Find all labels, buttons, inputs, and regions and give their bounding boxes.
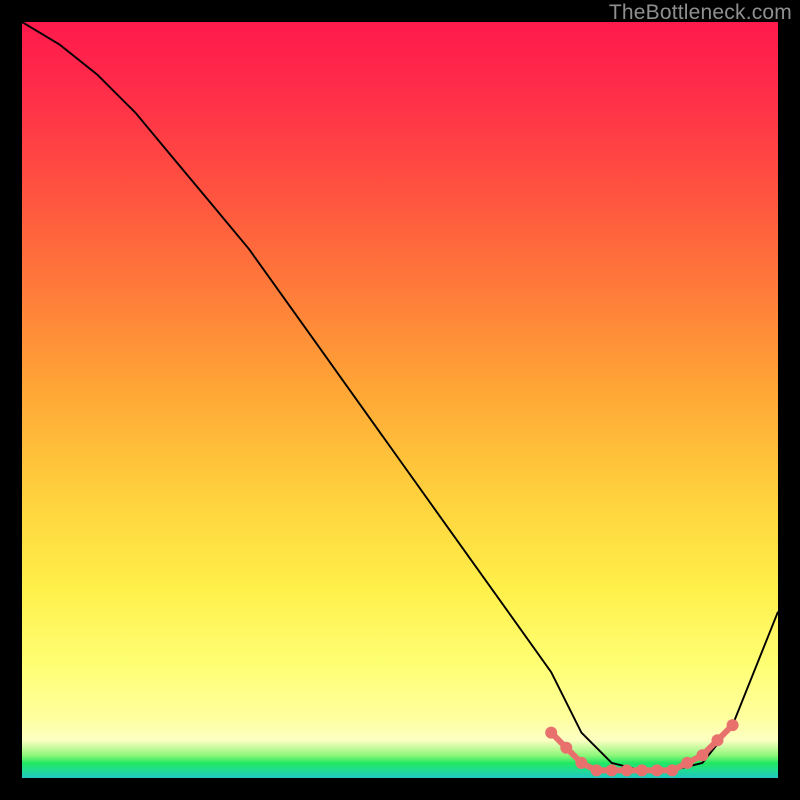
floor-marker-dot: [727, 719, 739, 731]
curve-layer: [22, 22, 778, 770]
floor-marker-dot: [545, 727, 557, 739]
floor-marker-dot: [606, 764, 618, 776]
chart-frame: TheBottleneck.com: [0, 0, 800, 800]
floor-marker-dot: [681, 757, 693, 769]
floor-marker-dot: [560, 742, 572, 754]
floor-marker-dot: [666, 764, 678, 776]
floor-marker-dot: [636, 764, 648, 776]
watermark-text: TheBottleneck.com: [609, 2, 792, 23]
chart-svg: [22, 22, 778, 778]
floor-marker-dot: [696, 749, 708, 761]
floor-marker-dot: [621, 764, 633, 776]
floor-marker-dot: [591, 764, 603, 776]
floor-marker-dot: [712, 734, 724, 746]
floor-marker-dot: [651, 764, 663, 776]
floor-marker-dot: [575, 757, 587, 769]
floor-markers: [545, 719, 738, 776]
plot-area: [22, 22, 778, 778]
bottleneck-curve: [22, 22, 778, 770]
